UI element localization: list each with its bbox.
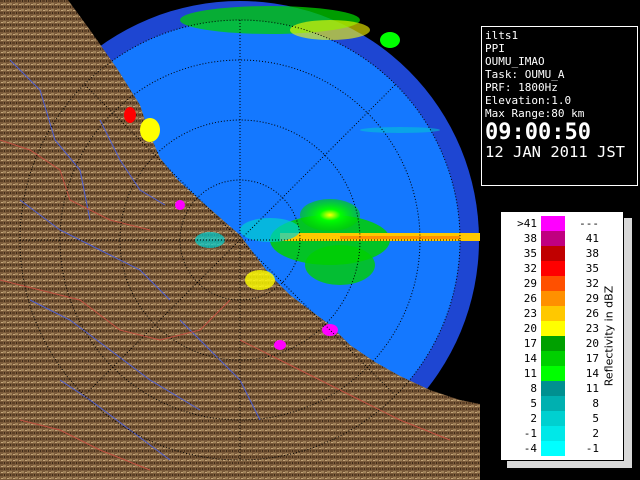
legend-low-value: 8 <box>530 382 537 395</box>
legend-high-value: 14 <box>585 367 599 380</box>
legend-high-value: 38 <box>585 247 599 260</box>
legend-color-swatch <box>541 321 565 336</box>
legend-high-value: 8 <box>592 397 599 410</box>
product-type: PPI <box>485 42 505 55</box>
scan-name: OUMU_IMAO <box>485 55 545 68</box>
legend-color-swatch <box>541 336 565 351</box>
legend-low-value: 2 <box>530 412 537 425</box>
legend-low-value: 29 <box>523 277 537 290</box>
legend-high-value: 29 <box>585 292 599 305</box>
legend-high-value: 17 <box>585 352 599 365</box>
legend-low-value: 26 <box>523 292 537 305</box>
legend-low-value: 32 <box>523 262 537 275</box>
legend-high-value: 5 <box>592 412 599 425</box>
legend-low-value: 5 <box>530 397 537 410</box>
legend-color-swatch <box>541 306 565 321</box>
legend-high-value: 2 <box>592 427 599 440</box>
legend-low-value: -1 <box>523 427 537 440</box>
reflectivity-legend: >41 --- 38 41 35 38 32 35 29 32 26 29 23 26 20 23 17 20 14… <box>500 211 624 461</box>
legend-high-value: 26 <box>585 307 599 320</box>
legend-color-swatch <box>541 216 565 231</box>
legend-color-swatch <box>541 231 565 246</box>
legend-high-value: 20 <box>585 337 599 350</box>
legend-high-value: 41 <box>585 232 599 245</box>
info-panel: ilts1 PPI OUMU_IMAO Task: OUMU_A PRF: 18… <box>481 26 638 186</box>
max-range-label: Max Range:80 km <box>485 107 585 120</box>
legend-high-value: -1 <box>585 442 599 455</box>
legend-low-value: 35 <box>523 247 537 260</box>
legend-low-value: 20 <box>523 322 537 335</box>
legend-high-value: 32 <box>585 277 599 290</box>
legend-color-swatch <box>541 276 565 291</box>
site-name: ilts1 <box>485 29 519 42</box>
legend-color-swatch <box>541 351 565 366</box>
radar-map <box>0 0 480 480</box>
legend-title-box: Reflectivity in dBZ <box>599 216 619 456</box>
scan-date: 12 JAN 2011 JST <box>485 143 625 161</box>
elevation-label: Elevation:1.0 <box>485 94 572 107</box>
legend-title: Reflectivity in dBZ <box>602 285 616 387</box>
radar-ppi-display[interactable] <box>0 0 480 480</box>
prf-label: PRF: 1800Hz <box>485 81 558 94</box>
legend-low-value: 17 <box>523 337 537 350</box>
legend-high-value: 11 <box>585 382 599 395</box>
legend-color-swatch <box>541 366 565 381</box>
legend-low-value: 38 <box>523 232 537 245</box>
legend-color-swatch <box>541 246 565 261</box>
task-label: Task: OUMU_A <box>485 68 565 81</box>
legend-high-value: 23 <box>585 322 599 335</box>
legend-high-value: 35 <box>585 262 599 275</box>
scan-time: 09:00:50 <box>485 120 591 145</box>
legend-low-value: 23 <box>523 307 537 320</box>
legend-low-value: 11 <box>523 367 537 380</box>
legend-color-swatch <box>541 426 565 441</box>
legend-low-value: 14 <box>523 352 537 365</box>
legend-high-value: --- <box>579 217 599 230</box>
legend-low-value: >41 <box>517 217 537 230</box>
legend-color-swatch <box>541 261 565 276</box>
legend-color-swatch <box>541 441 565 456</box>
legend-low-value: -4 <box>523 442 537 455</box>
legend-color-swatch <box>541 381 565 396</box>
legend-color-swatch <box>541 396 565 411</box>
legend-color-swatch <box>541 291 565 306</box>
legend-color-swatch <box>541 411 565 426</box>
